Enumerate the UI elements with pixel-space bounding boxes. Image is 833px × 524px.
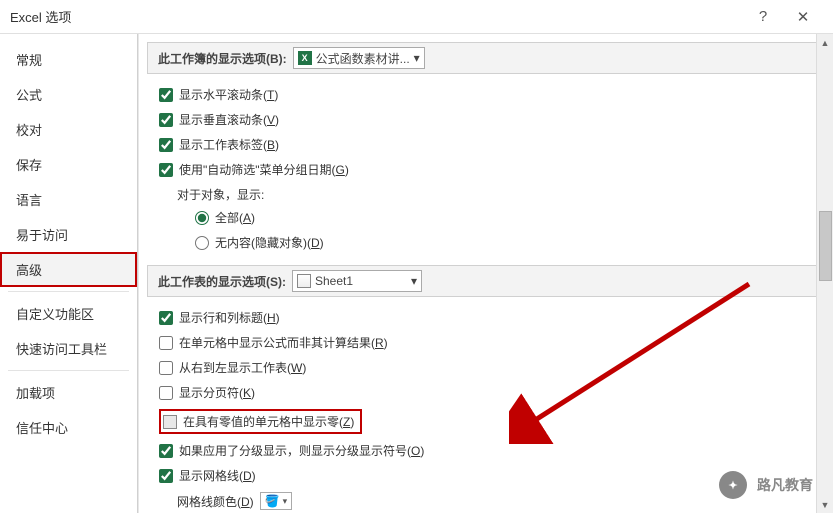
opt-gridlines[interactable]: 显示网格线(D) <box>159 463 813 488</box>
sidebar-item[interactable]: 自定义功能区 <box>0 296 137 331</box>
opt-rowcol-headers[interactable]: 显示行和列标题(H) <box>159 305 813 330</box>
scroll-down-icon[interactable]: ▼ <box>817 496 833 513</box>
gridline-color-picker[interactable]: 🪣 ▾ <box>260 492 292 510</box>
close-button[interactable]: ✕ <box>783 0 823 34</box>
section-worksheet-display: 此工作表的显示选项(S): Sheet1 ▾ <box>147 265 825 297</box>
section-workbook-display: 此工作簿的显示选项(B): X 公式函数素材讲... ▾ <box>147 42 825 74</box>
sidebar-item[interactable]: 信任中心 <box>0 410 137 445</box>
chevron-down-icon: ▾ <box>283 496 288 507</box>
sidebar-item[interactable]: 保存 <box>0 147 137 182</box>
gridline-color-row: 网格线颜色(D) 🪣 ▾ <box>159 488 813 514</box>
sidebar-item[interactable]: 加载项 <box>0 375 137 410</box>
excel-icon: X <box>298 51 312 65</box>
opt-outline-symbols[interactable]: 如果应用了分级显示，则显示分级显示符号(O) <box>159 438 813 463</box>
chevron-down-icon: ▾ <box>411 274 417 288</box>
sidebar-item[interactable]: 常规 <box>0 42 137 77</box>
opt-rtl-sheet[interactable]: 从右到左显示工作表(W) <box>159 355 813 380</box>
opt-show-zero[interactable]: 在具有零值的单元格中显示零(Z) <box>159 405 813 438</box>
window-title: Excel 选项 <box>10 7 743 26</box>
sidebar-item[interactable]: 语言 <box>0 182 137 217</box>
wechat-icon: ✦ <box>719 471 747 499</box>
sidebar-item[interactable]: 校对 <box>0 112 137 147</box>
fill-bucket-icon: 🪣 <box>265 494 280 508</box>
opt-obj-all[interactable]: 全部(A) <box>159 205 813 230</box>
sidebar: 常规公式校对保存语言易于访问高级自定义功能区快速访问工具栏加载项信任中心 <box>0 34 138 513</box>
workbook-selector[interactable]: X 公式函数素材讲... ▾ <box>293 47 425 69</box>
opt-show-formulas[interactable]: 在单元格中显示公式而非其计算结果(R) <box>159 330 813 355</box>
worksheet-selector[interactable]: Sheet1 ▾ <box>292 270 422 292</box>
opt-obj-none[interactable]: 无内容(隐藏对象)(D) <box>159 230 813 255</box>
scrollbar-thumb[interactable] <box>819 211 832 281</box>
scroll-up-icon[interactable]: ▲ <box>817 34 833 51</box>
sidebar-item[interactable]: 高级 <box>0 252 137 287</box>
opt-vscroll[interactable]: 显示垂直滚动条(V) <box>159 107 813 132</box>
opt-autofilter[interactable]: 使用"自动筛选"菜单分组日期(G) <box>159 157 813 182</box>
opt-hscroll[interactable]: 显示水平滚动条(T) <box>159 82 813 107</box>
opt-pagebreaks[interactable]: 显示分页符(K) <box>159 380 813 405</box>
sheet-icon <box>297 274 311 288</box>
watermark: ✦ 路凡教育 <box>719 471 813 499</box>
sidebar-item[interactable]: 公式 <box>0 77 137 112</box>
sidebar-item[interactable]: 易于访问 <box>0 217 137 252</box>
chevron-down-icon: ▾ <box>414 51 420 65</box>
sidebar-item[interactable]: 快速访问工具栏 <box>0 331 137 366</box>
content-panel: 此工作簿的显示选项(B): X 公式函数素材讲... ▾ 显示水平滚动条(T) … <box>138 34 833 513</box>
help-button[interactable]: ? <box>743 0 783 34</box>
vertical-scrollbar[interactable]: ▲ ▼ <box>816 34 833 513</box>
opt-tabs[interactable]: 显示工作表标签(B) <box>159 132 813 157</box>
objects-label: 对于对象，显示: <box>159 182 813 205</box>
title-bar: Excel 选项 ? ✕ <box>0 0 833 34</box>
